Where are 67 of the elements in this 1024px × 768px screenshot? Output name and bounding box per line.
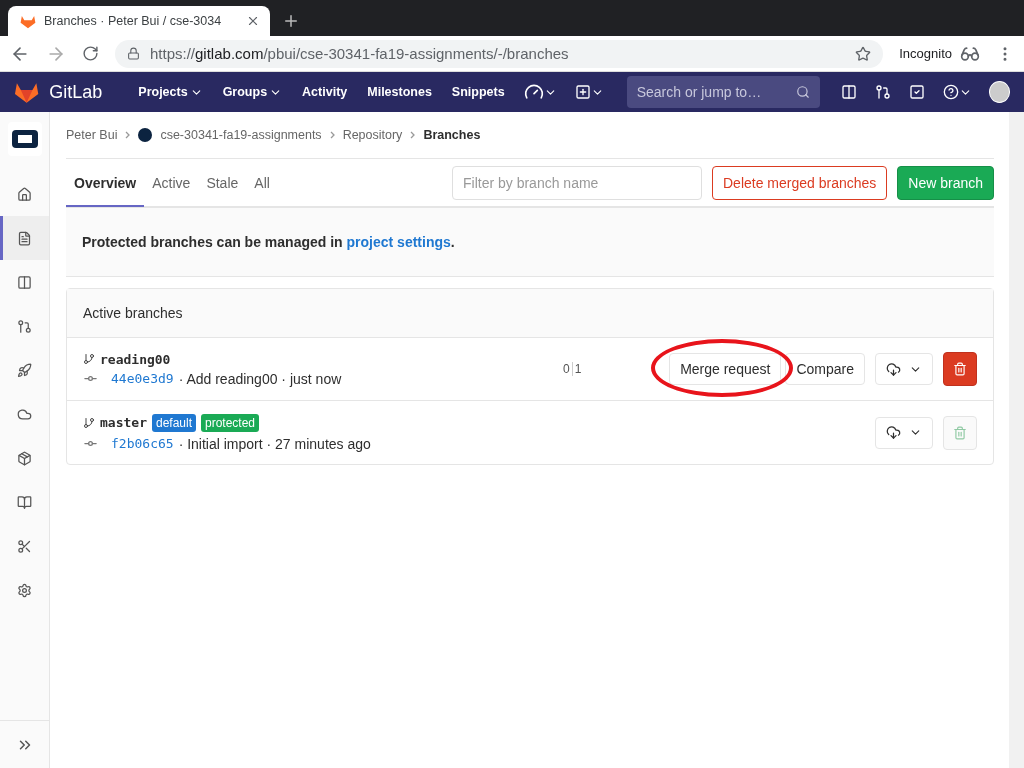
sidebar-item[interactable] bbox=[0, 216, 49, 260]
cloud-icon bbox=[17, 406, 32, 422]
document-icon bbox=[17, 230, 32, 246]
commit-sha[interactable]: 44e0e3d9 bbox=[111, 371, 174, 386]
address-bar[interactable]: https://gitlab.com/pbui/cse-30341-fa19-assignments/-/branches bbox=[115, 39, 884, 68]
project-logo[interactable] bbox=[7, 122, 42, 156]
download-button[interactable] bbox=[875, 353, 933, 385]
profile-label: Incognito bbox=[899, 46, 952, 61]
avatar[interactable] bbox=[988, 81, 1010, 103]
branch-name[interactable]: master bbox=[100, 415, 147, 430]
package-icon bbox=[17, 450, 32, 466]
chevron-icon bbox=[410, 131, 416, 139]
tab[interactable]: Stale bbox=[198, 160, 247, 207]
book-icon bbox=[17, 494, 32, 510]
panel-title: Active branches bbox=[83, 305, 183, 321]
breadcrumb-link[interactable]: Peter Bui bbox=[66, 128, 118, 142]
chevron-icon bbox=[125, 131, 131, 139]
scissors-icon bbox=[17, 538, 32, 554]
chevron-icon bbox=[329, 131, 335, 139]
settings-icon bbox=[17, 582, 32, 598]
trash-icon bbox=[953, 425, 967, 440]
search-field[interactable]: Search or jump to… bbox=[626, 76, 820, 108]
ahead-count: 1 bbox=[574, 362, 582, 376]
branch-icon bbox=[83, 416, 95, 429]
nav-menu-item[interactable]: Projects bbox=[128, 85, 213, 99]
commit-meta: · Initial import · 27 minutes ago bbox=[178, 435, 371, 452]
compare-button[interactable]: Compare bbox=[785, 353, 865, 385]
lock-icon bbox=[127, 47, 140, 60]
tab[interactable]: Active bbox=[144, 160, 199, 207]
behind-count: 0 bbox=[563, 362, 570, 376]
commit-meta: · Add reading00 · just now bbox=[178, 370, 342, 387]
home-icon bbox=[17, 186, 32, 202]
brand-name[interactable]: GitLab bbox=[49, 81, 103, 103]
merge-request-icon bbox=[17, 318, 32, 334]
search-icon bbox=[795, 85, 810, 99]
branch-name[interactable]: reading00 bbox=[100, 351, 171, 367]
nav-menu-item[interactable]: Activity bbox=[292, 85, 358, 99]
commit-sha[interactable]: f2b06c65 bbox=[111, 436, 174, 451]
branch-icon bbox=[83, 353, 95, 365]
branch-badge: protected bbox=[201, 413, 260, 432]
tab-title: Branches · Peter Bui / cse-3034 bbox=[44, 14, 223, 28]
branch-badge: default bbox=[151, 413, 196, 432]
breadcrumb-link[interactable]: Repository bbox=[342, 128, 403, 142]
notice-text: Protected branches can be managed in project settings. bbox=[82, 234, 455, 250]
delete-merged-button[interactable]: Delete merged branches bbox=[712, 165, 888, 200]
nav-menu-item[interactable]: Snippets bbox=[441, 85, 515, 99]
download-button[interactable] bbox=[875, 416, 933, 449]
trash-icon bbox=[953, 362, 967, 376]
breadcrumb-link[interactable]: cse-30341-fa19-assignments bbox=[160, 128, 322, 142]
new-tab-icon[interactable] bbox=[282, 12, 300, 30]
project-avatar-icon bbox=[138, 128, 153, 142]
cloud-download-icon bbox=[886, 425, 901, 440]
nav-menu-item[interactable]: Groups bbox=[212, 85, 293, 99]
reload-icon[interactable] bbox=[82, 45, 99, 62]
cloud-download-icon bbox=[886, 361, 901, 377]
nav-menu-item[interactable]: Milestones bbox=[357, 85, 442, 99]
browser-tab[interactable]: Branches · Peter Bui / cse-3034 bbox=[8, 6, 270, 36]
tab[interactable]: All bbox=[246, 160, 278, 207]
merge-request-button[interactable]: Merge request bbox=[669, 353, 782, 385]
breadcrumb-link[interactable]: Branches bbox=[423, 128, 481, 142]
settings-link[interactable]: project settings bbox=[346, 234, 451, 250]
delete-branch-button[interactable] bbox=[943, 352, 977, 386]
filter-field[interactable]: Filter by branch name bbox=[452, 165, 702, 200]
url-text: https://gitlab.com/pbui/cse-30341-fa19-assignments/-/branches bbox=[150, 45, 570, 62]
star-icon[interactable] bbox=[855, 45, 872, 62]
rocket-icon bbox=[17, 362, 32, 378]
close-icon[interactable] bbox=[246, 14, 260, 28]
